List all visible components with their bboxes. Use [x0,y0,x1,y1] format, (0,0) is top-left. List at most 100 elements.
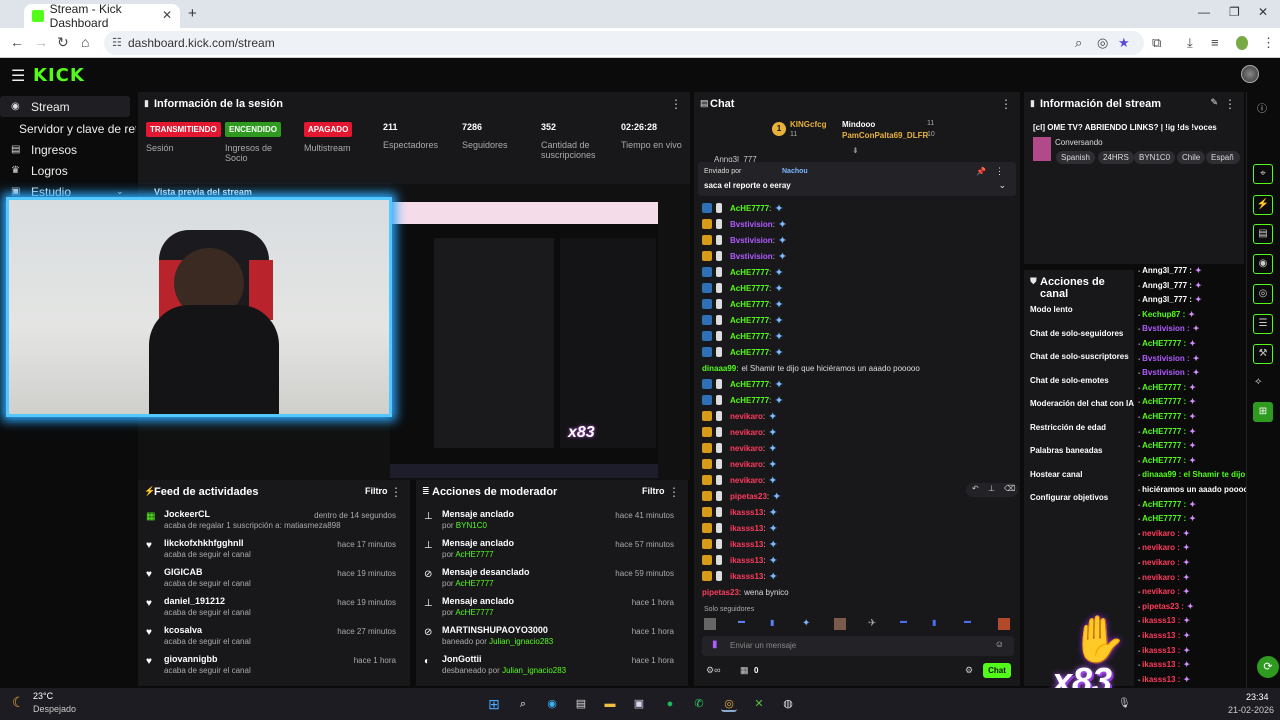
chat-username[interactable]: AcHE7777 [730,284,769,293]
url-field[interactable]: ☷ dashboard.kick.com/stream [104,31,1144,55]
feed-user[interactable]: daniel_191212 [164,596,225,606]
gifter-name[interactable]: KINGcfcg [790,120,826,129]
chat-message[interactable]: AcHE7777: ✦ [702,280,784,296]
weather-temp[interactable]: 23°C [33,691,53,701]
refresh-icon[interactable]: ⟳ [1257,656,1279,678]
pin-icon[interactable]: 📌 [976,167,986,176]
more-options-icon[interactable]: ⋮ [668,485,680,499]
chat-username[interactable]: nevikaro [730,428,763,437]
download-icon[interactable]: ⤓ [1187,35,1193,51]
chat-message[interactable]: pipetas23: wena bynico [702,584,789,600]
mod-action-item[interactable]: ⊥ Mensaje anclado por AcHE7777 hace 1 hora [416,596,686,624]
gifter-name[interactable]: Mindooo [842,120,875,129]
extensions-icon[interactable]: ⧉ [1152,35,1161,51]
chat-message[interactable]: ikasss13: ✦ [702,536,778,552]
chat-username[interactable]: nevikaro [730,444,763,453]
tag-chip[interactable]: BYN1C0 [1134,151,1176,164]
chat-username[interactable]: nevikaro [730,476,763,485]
channel-action-item[interactable]: Chat de solo-seguidores [1030,329,1123,338]
feed-item[interactable]: ▦ JockeerCL acaba de regalar 1 suscripción… [138,509,408,537]
emote-icon[interactable] [834,618,846,630]
minimize-icon[interactable]: — [1198,5,1210,19]
chat-message[interactable]: AcHE7777: ✦ [702,344,784,360]
channel-action-item[interactable]: Hostear canal [1030,470,1082,479]
sidebar-item-revenue[interactable]: ▤ Ingresos [0,139,130,160]
chat-username[interactable]: ikasss13 [730,556,763,565]
chat-message[interactable]: AcHE7777: ✦ [702,312,784,328]
maximize-icon[interactable]: ❐ [1229,5,1240,19]
emote-icon[interactable]: ▮ [770,618,774,627]
bookmark-star-icon[interactable]: ★ [1118,35,1130,51]
chat-message[interactable]: AcHE7777: ✦ [702,264,784,280]
microphone-icon[interactable]: 🎙 [1118,698,1131,709]
reload-icon[interactable]: ↻ [57,34,69,51]
chat-message[interactable]: dinaaa99: el Shamir te dijo que hiciéramo… [702,360,920,376]
category-thumbnail[interactable] [1033,137,1051,161]
chat-message[interactable]: Bvstivision: ✦ [702,232,787,248]
more-options-icon[interactable]: ⋮ [995,166,1004,177]
forward-icon[interactable]: → [34,34,48,50]
broadcast-icon[interactable]: ◎ [1253,284,1273,304]
send-chat-button[interactable]: Chat [983,663,1011,678]
list-icon[interactable]: ☰ [1253,314,1273,334]
chat-username[interactable]: AcHE7777 [730,396,769,405]
mod-action-item[interactable]: ⊥ Mensaje anclado por BYN1C0 hace 41 minuto… [416,509,686,537]
chat-username[interactable]: AcHE7777 [730,316,769,325]
emote-icon[interactable]: ▬ [738,618,745,625]
tag-chip[interactable]: 24HRS [1098,151,1134,164]
add-widget-icon[interactable]: ⊞ [1253,402,1273,422]
chat-message[interactable]: Bvstivision: ✦ [702,216,787,232]
chat-username[interactable]: Bvstivision [730,220,773,229]
chat-message[interactable]: ikasss13: ✦ [702,504,778,520]
chat-message[interactable]: ikasss13: ✦ [702,568,778,584]
mod-action-item[interactable]: ⊥ Mensaje anclado por AcHE7777 hace 57 minu… [416,538,686,566]
tools-icon[interactable]: ⚒ [1253,344,1273,364]
pinned-message[interactable]: Enviado por Nachou saca el reporte o eer… [698,162,1016,196]
chat-bubble-icon[interactable]: ◉ [1253,254,1273,274]
eye-off-icon[interactable]: ◎ [1097,35,1108,51]
feed-user[interactable]: kcosalva [164,625,202,635]
feed-item[interactable]: ♥ daniel_191212 acaba de seguir el canal ha… [138,596,408,624]
chat-username[interactable]: Bvstivision [730,236,773,245]
feed-user[interactable]: giovannigbb [164,654,218,664]
crosshair-icon[interactable]: ⌖ [1253,164,1273,184]
chat-settings-icon[interactable]: ⚙ [965,665,973,676]
feed-item[interactable]: ♥ kcosalva acaba de seguir el canal hace 27… [138,625,408,653]
share-icon[interactable]: ⟡ [1255,376,1262,387]
chat-username[interactable]: nevikaro [730,460,763,469]
store-icon[interactable]: ▤ [573,696,589,712]
edge-icon[interactable]: ◉ [544,696,560,712]
kick-logo[interactable]: KICK [33,65,85,86]
emote-icon[interactable]: ▬ [900,618,907,625]
clock-time[interactable]: 23:34 [1246,692,1269,702]
chat-username[interactable]: ikasss13 [730,508,763,517]
chat-message[interactable]: nevikaro: ✦ [702,440,777,456]
note-icon[interactable]: ▤ [1253,224,1273,244]
emote-icon[interactable] [998,618,1010,630]
gift-icon[interactable]: ▦ [740,665,749,676]
snipping-tool-icon[interactable]: ▣ [631,696,647,712]
mod-action-item[interactable]: ◐ JonGottii desbaneado por Julian_ignacio2… [416,654,686,682]
filter-button[interactable]: Filtro [365,486,388,496]
mod-action-user[interactable]: AcHE7777 [455,550,493,559]
feed-item[interactable]: ♥ likckofxhkhfgghnll acaba de seguir el ca… [138,538,408,566]
settings-link-icon[interactable]: ⚙∞ [706,665,720,676]
reply-icon[interactable]: ↶ [972,484,979,493]
mod-action-user[interactable]: BYN1C0 [456,521,487,530]
whatsapp-icon[interactable]: ✆ [691,696,707,712]
more-options-icon[interactable]: ⋮ [1224,97,1236,111]
emote-icon[interactable]: ▬ [964,618,971,625]
reading-list-icon[interactable]: ≡ [1211,35,1219,50]
info-icon[interactable]: ⓘ [1257,100,1267,115]
chat-username[interactable]: ikasss13 [730,572,763,581]
chat-username[interactable]: dinaaa99 [702,364,736,373]
spotify-icon[interactable]: ● [662,696,678,712]
home-icon[interactable]: ⌂ [81,34,89,50]
profile-icon[interactable] [1236,36,1248,50]
sidebar-item-stream-key[interactable]: Servidor y clave de retransmisión [0,118,136,139]
chat-message[interactable]: pipetas23: ✦ [702,488,781,504]
chat-message[interactable]: nevikaro: ✦ [702,424,777,440]
chat-username[interactable]: pipetas23 [730,492,767,501]
close-window-icon[interactable]: ✕ [1258,5,1268,19]
chat-message[interactable]: nevikaro: ✦ [702,408,777,424]
